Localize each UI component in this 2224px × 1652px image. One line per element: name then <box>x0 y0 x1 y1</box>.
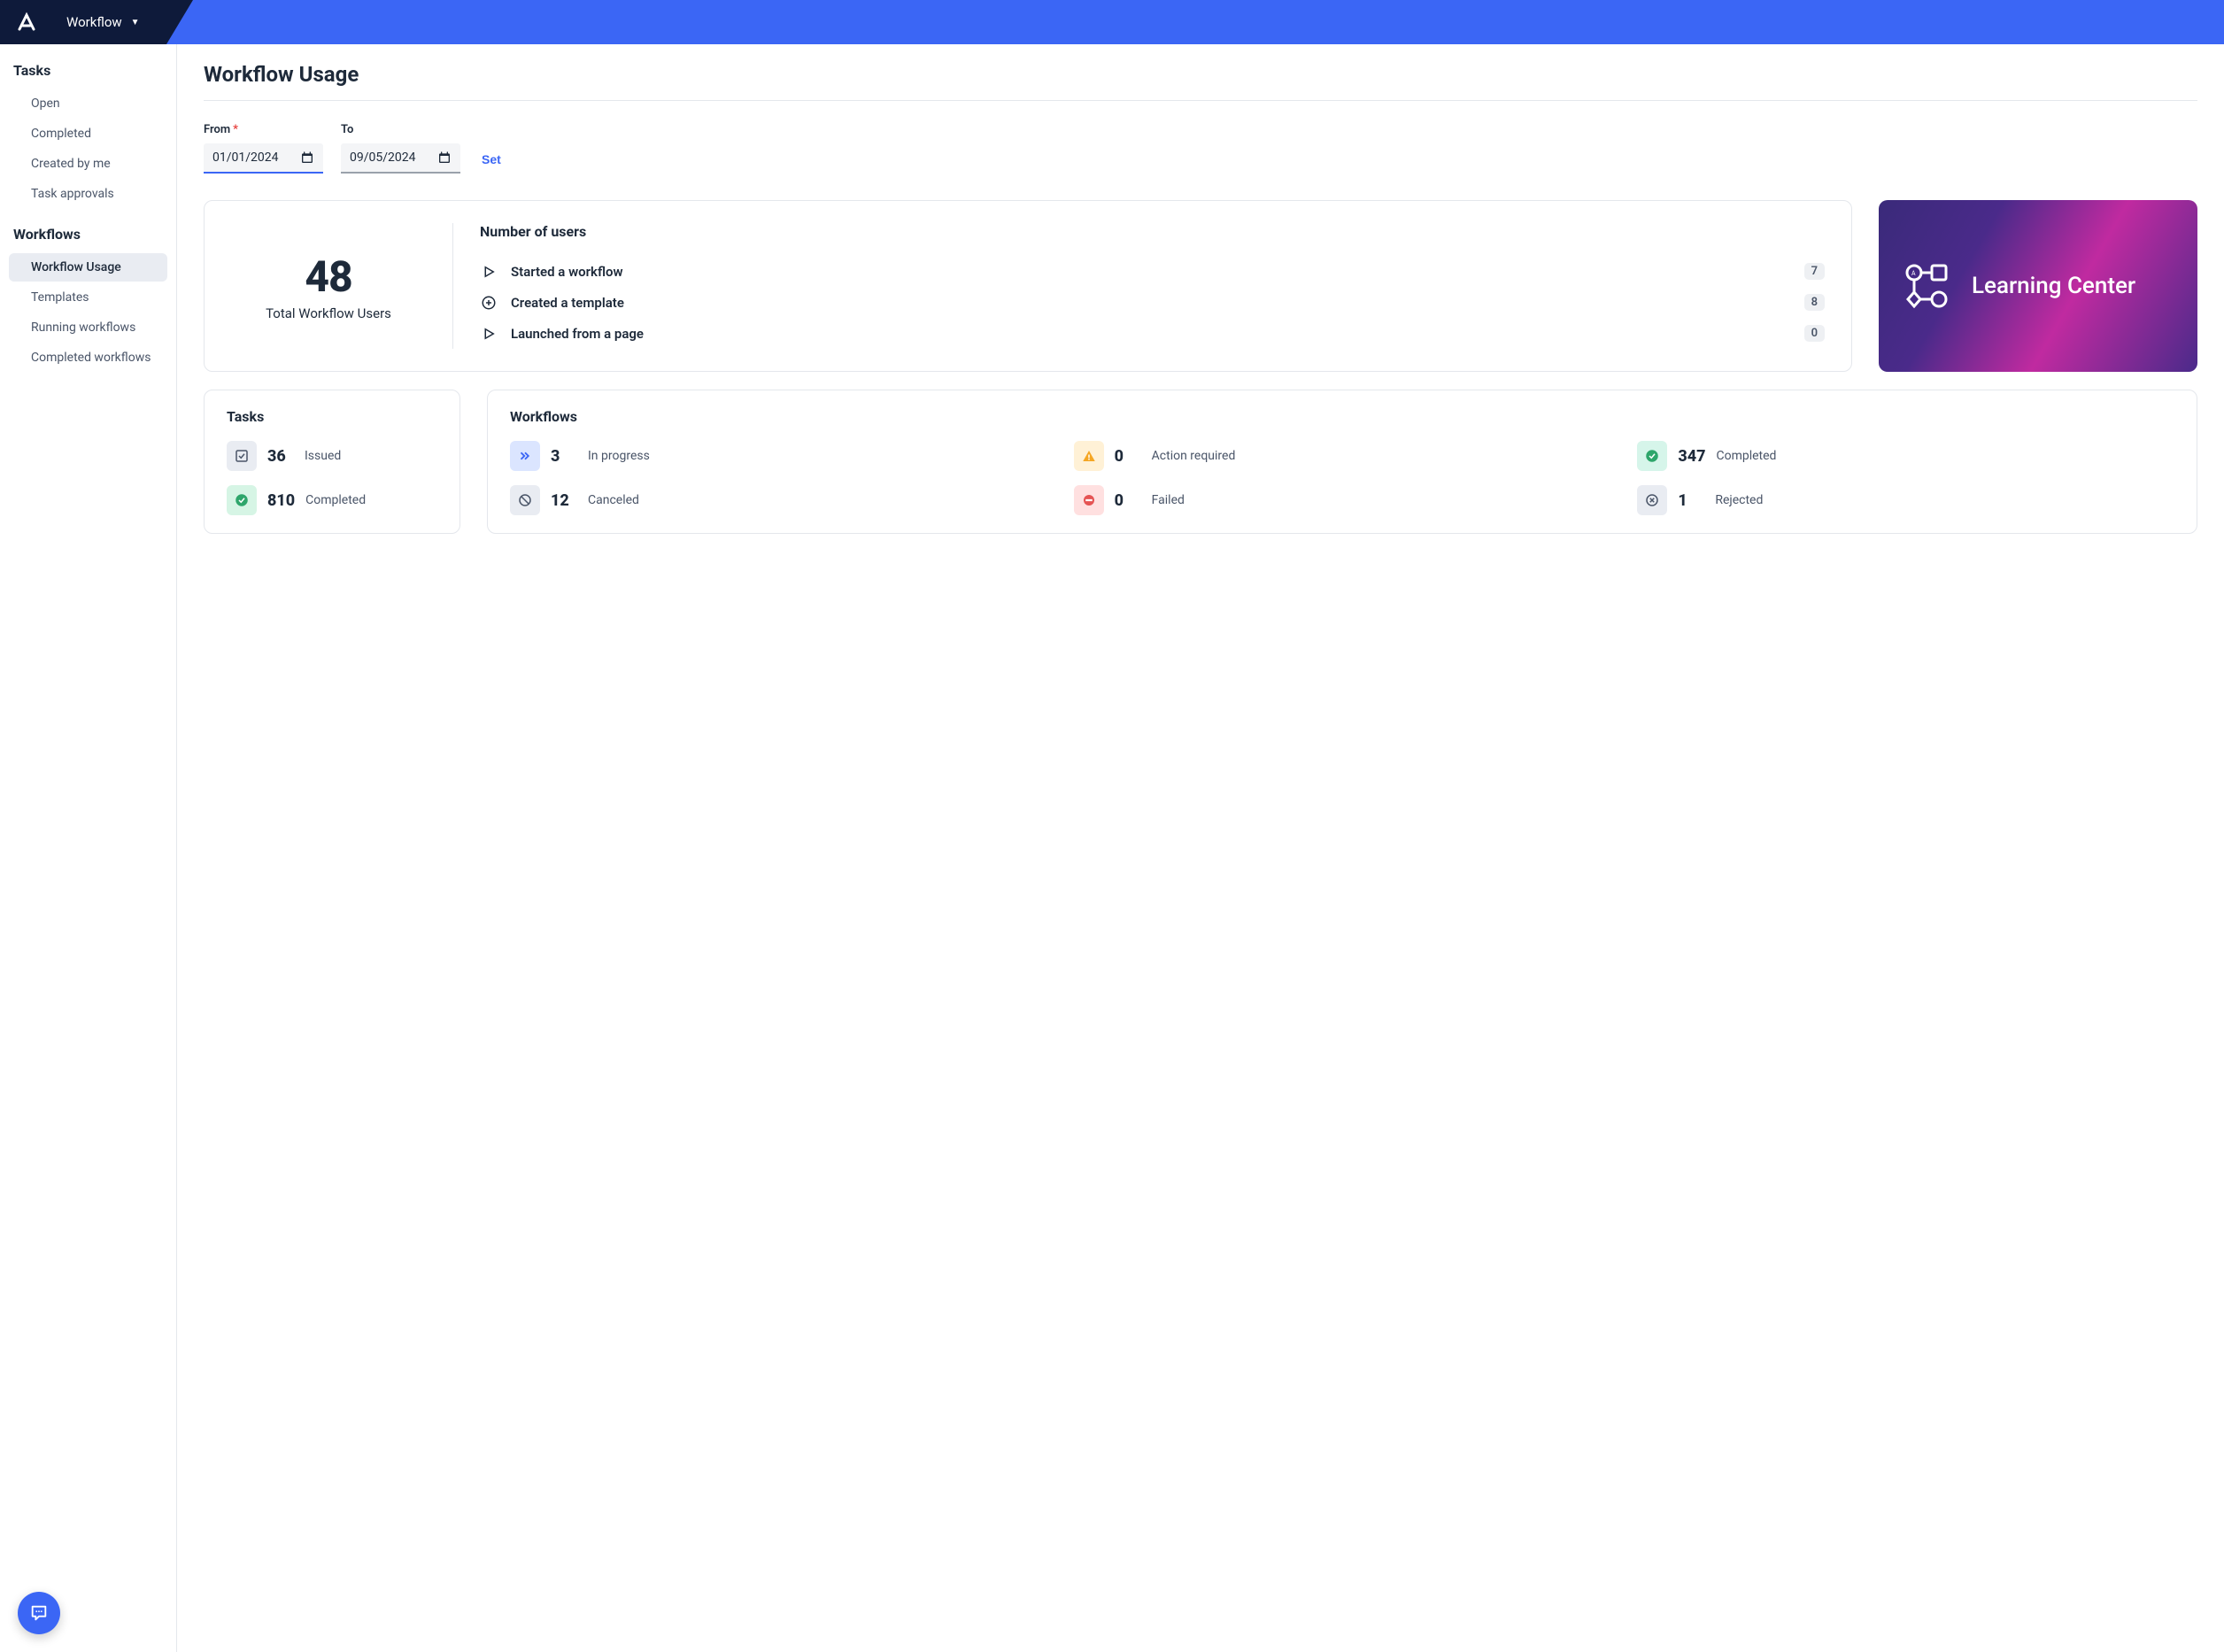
stat-value: 810 <box>267 491 295 510</box>
app-name: Workflow <box>66 14 122 30</box>
calendar-icon <box>300 151 314 165</box>
stat-in-progress: 3 In progress <box>510 441 1047 471</box>
date-filter-row: From* 01/01/2024 To 09/05/2024 Set <box>204 123 2197 174</box>
cancel-icon <box>510 485 540 515</box>
title-divider <box>204 100 2197 101</box>
app-logo[interactable] <box>0 0 53 44</box>
user-row-label: Started a workflow <box>511 264 1791 280</box>
stat-value: 12 <box>551 491 577 510</box>
stat-label: Canceled <box>588 493 639 507</box>
stat-canceled: 12 Canceled <box>510 485 1047 515</box>
stat-action-required: 0 Action required <box>1074 441 1611 471</box>
sidebar-item-workflow-usage[interactable]: Workflow Usage <box>9 253 167 282</box>
stat-label: Failed <box>1152 493 1185 507</box>
chat-button[interactable] <box>18 1592 60 1634</box>
to-label: To <box>341 123 460 136</box>
sidebar-group-title: Tasks <box>0 62 176 88</box>
x-circle-icon <box>1637 485 1667 515</box>
sidebar-group-tasks: Tasks Open Completed Created by me Task … <box>0 62 176 208</box>
stat-label: In progress <box>588 449 650 463</box>
stat-label: Completed <box>305 493 366 507</box>
stat-completed: 810 Completed <box>227 485 437 515</box>
stat-value: 3 <box>551 447 577 466</box>
user-row-count: 8 <box>1804 294 1825 311</box>
warning-icon <box>1074 441 1104 471</box>
summary-card: 48 Total Workflow Users Number of users … <box>204 200 1852 372</box>
stat-label: Completed <box>1716 449 1776 463</box>
user-row-count: 0 <box>1804 325 1825 342</box>
stat-failed: 0 Failed <box>1074 485 1611 515</box>
learning-center-title: Learning Center <box>1972 273 2135 299</box>
to-date-input[interactable]: 09/05/2024 <box>341 143 460 174</box>
sidebar-group-title: Workflows <box>0 226 176 251</box>
check-square-icon <box>227 441 257 471</box>
play-icon <box>480 264 498 280</box>
topbar: Workflow ▼ <box>0 0 2224 44</box>
user-row-label: Created a template <box>511 295 1791 311</box>
chevron-down-icon: ▼ <box>131 18 140 27</box>
user-row-launched: Launched from a page 0 <box>480 318 1825 349</box>
stat-rejected: 1 Rejected <box>1637 485 2174 515</box>
user-row-created: Created a template 8 <box>480 287 1825 318</box>
to-value: 09/05/2024 <box>350 151 437 165</box>
from-date-input[interactable]: 01/01/2024 <box>204 143 323 174</box>
users-title: Number of users <box>480 223 1825 240</box>
from-value: 01/01/2024 <box>212 151 300 165</box>
users-breakdown: Number of users Started a workflow 7 Cre… <box>480 223 1825 349</box>
set-button[interactable]: Set <box>478 145 505 174</box>
workflows-card: Workflows 3 In progress 0 Action require… <box>487 390 2197 534</box>
tasks-card-title: Tasks <box>227 408 437 425</box>
stat-value: 1 <box>1678 491 1704 510</box>
total-users-value: 48 <box>231 251 426 302</box>
stat-value: 0 <box>1115 491 1141 510</box>
app-switcher[interactable]: Workflow ▼ <box>53 0 166 44</box>
total-users-block: 48 Total Workflow Users <box>231 223 444 349</box>
stat-value: 36 <box>267 447 294 466</box>
stat-label: Rejected <box>1715 493 1763 507</box>
from-label: From* <box>204 123 323 136</box>
sidebar-item-completed-workflows[interactable]: Completed workflows <box>9 344 167 372</box>
total-users-label: Total Workflow Users <box>231 305 426 321</box>
stat-label: Action required <box>1152 449 1236 463</box>
sidebar-item-open[interactable]: Open <box>9 89 167 118</box>
check-circle-icon <box>227 485 257 515</box>
stat-issued: 36 Issued <box>227 441 437 471</box>
plus-circle-icon <box>480 295 498 311</box>
sidebar-item-completed[interactable]: Completed <box>9 120 167 148</box>
user-row-count: 7 <box>1804 263 1825 280</box>
sidebar-item-task-approvals[interactable]: Task approvals <box>9 180 167 208</box>
calendar-icon <box>437 151 452 165</box>
sidebar-item-created-by-me[interactable]: Created by me <box>9 150 167 178</box>
sidebar-item-templates[interactable]: Templates <box>9 283 167 312</box>
user-row-started: Started a workflow 7 <box>480 256 1825 287</box>
stop-icon <box>1074 485 1104 515</box>
page-title: Workflow Usage <box>204 62 2197 87</box>
stat-value: 347 <box>1678 447 1705 466</box>
learning-center-card[interactable]: A Learning Center <box>1879 200 2197 372</box>
main-content: Workflow Usage From* 01/01/2024 To 09/05… <box>177 44 2224 1652</box>
sidebar-item-running-workflows[interactable]: Running workflows <box>9 313 167 342</box>
chat-icon <box>29 1603 49 1623</box>
check-circle-icon <box>1637 441 1667 471</box>
user-row-label: Launched from a page <box>511 326 1791 342</box>
tasks-card: Tasks 36 Issued 810 Completed <box>204 390 460 534</box>
stat-value: 0 <box>1115 447 1141 466</box>
stat-completed: 347 Completed <box>1637 441 2174 471</box>
sidebar-group-workflows: Workflows Workflow Usage Templates Runni… <box>0 226 176 372</box>
double-chevron-icon <box>510 441 540 471</box>
workflow-icon: A <box>1901 259 1954 313</box>
svg-text:A: A <box>1911 270 1916 277</box>
from-field: From* 01/01/2024 <box>204 123 323 174</box>
sidebar: Tasks Open Completed Created by me Task … <box>0 44 177 1652</box>
vertical-divider <box>452 223 453 349</box>
play-icon <box>480 326 498 342</box>
stat-label: Issued <box>305 449 341 463</box>
workflows-card-title: Workflows <box>510 408 2174 425</box>
to-field: To 09/05/2024 <box>341 123 460 174</box>
